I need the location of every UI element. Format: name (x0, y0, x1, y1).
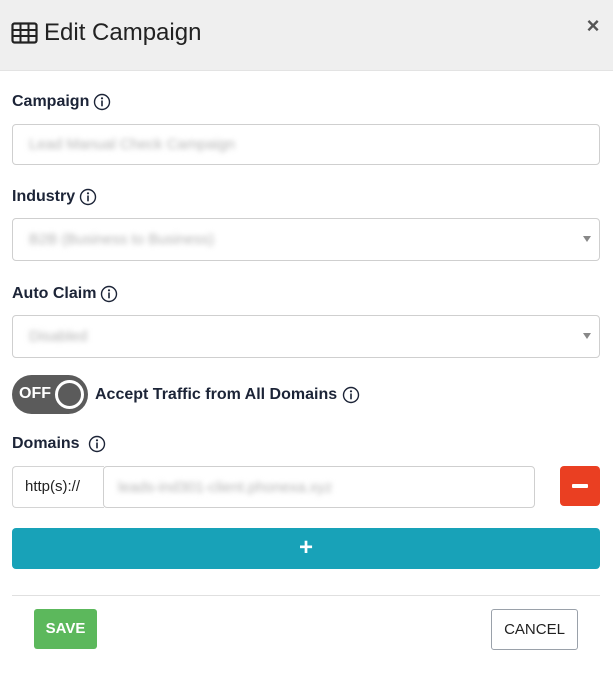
close-icon[interactable]: × (582, 14, 604, 38)
remove-domain-button[interactable] (560, 466, 600, 506)
dialog-header: Edit Campaign × (0, 0, 613, 71)
campaign-input[interactable]: Lead Manual Check Campaign (12, 124, 600, 165)
auto-claim-label-group: Auto Claim (12, 284, 118, 304)
table-grid-icon (11, 22, 38, 44)
accept-traffic-toggle[interactable]: OFF (12, 375, 88, 414)
accept-traffic-label: Accept Traffic from All Domains (95, 386, 338, 403)
domain-input[interactable]: leads-ind301-client.phonexa.xyz (103, 466, 535, 508)
auto-claim-select[interactable]: Disabled (12, 315, 600, 358)
auto-claim-label: Auto Claim (12, 285, 97, 302)
industry-label: Industry (12, 188, 76, 205)
domains-label-group: Domains (12, 434, 106, 454)
industry-select[interactable]: B2B (Business to Business) (12, 218, 600, 261)
auto-claim-value: Disabled (29, 328, 88, 345)
cancel-button[interactable]: CANCEL (491, 609, 578, 650)
campaign-label: Campaign (12, 93, 90, 110)
dialog-title: Edit Campaign (44, 19, 202, 46)
toggle-state-text: OFF (19, 385, 51, 402)
save-button[interactable]: SAVE (34, 609, 97, 649)
accept-traffic-label-group: Accept Traffic from All Domains (95, 385, 360, 405)
industry-value: B2B (Business to Business) (29, 231, 215, 248)
domains-label: Domains (12, 435, 80, 452)
caret-down-icon (583, 236, 591, 242)
toggle-knob (55, 380, 84, 409)
info-icon[interactable] (100, 285, 118, 303)
info-icon[interactable] (342, 386, 360, 404)
industry-label-group: Industry (12, 187, 97, 207)
campaign-label-group: Campaign (12, 92, 111, 112)
info-icon[interactable] (79, 188, 97, 206)
add-domain-button[interactable]: + (12, 528, 600, 569)
info-icon[interactable] (88, 435, 106, 453)
campaign-value: Lead Manual Check Campaign (29, 136, 235, 153)
domain-prefix: http(s):// (12, 466, 104, 508)
domain-value: leads-ind301-client.phonexa.xyz (118, 479, 333, 496)
minus-icon (572, 484, 588, 488)
caret-down-icon (583, 333, 591, 339)
footer-divider (12, 595, 600, 596)
info-icon[interactable] (93, 93, 111, 111)
